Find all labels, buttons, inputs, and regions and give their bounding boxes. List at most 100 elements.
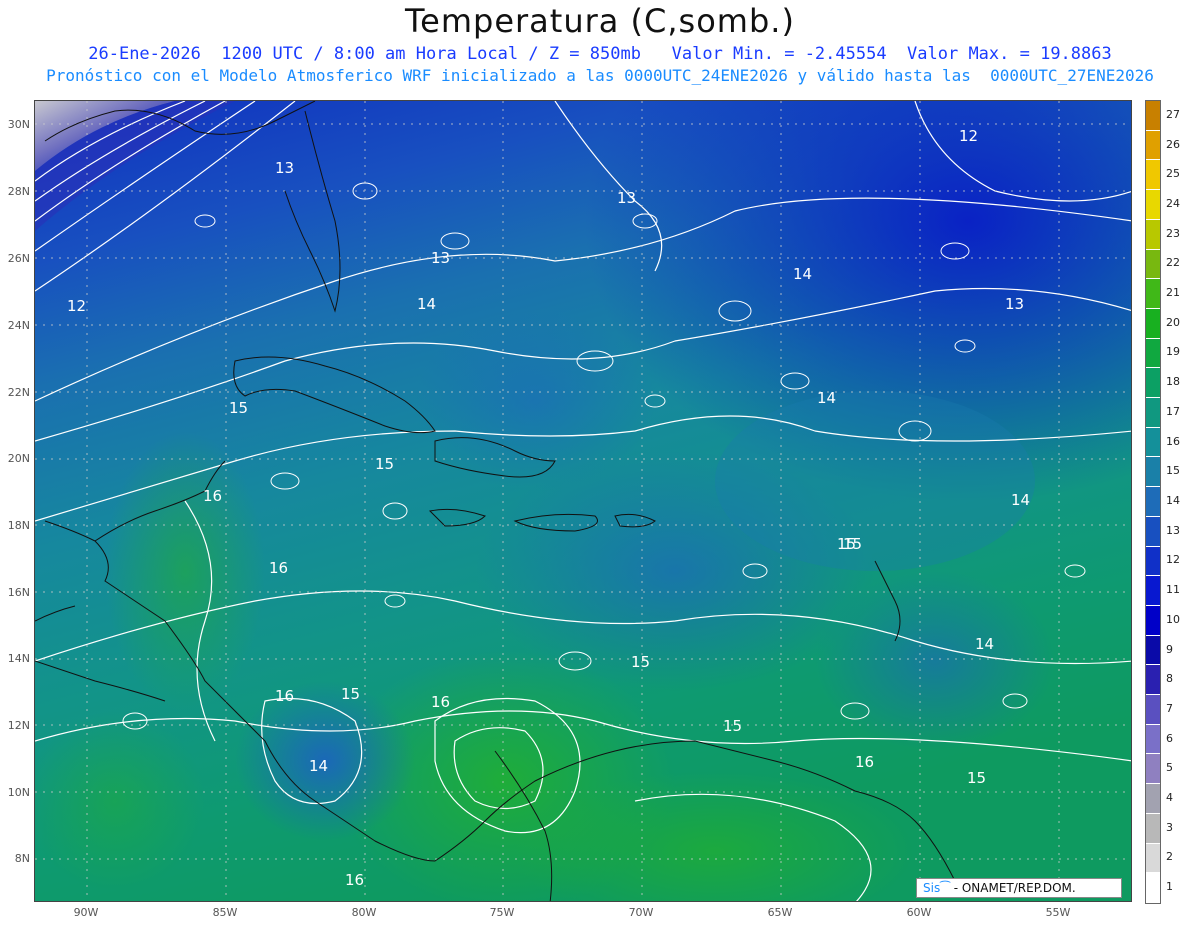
contour-label: 13 [617, 189, 636, 207]
color-scale-swatch [1146, 427, 1160, 458]
lon-label: 80W [351, 906, 377, 919]
lat-label: 10N [7, 786, 30, 799]
color-scale-label: 4 [1166, 791, 1173, 805]
credit-box: Sis⁀ - ONAMET/REP.DOM. [916, 878, 1122, 898]
color-scale-swatch [1146, 219, 1160, 250]
contour-label: 15 [341, 685, 360, 703]
color-scale-swatch [1146, 368, 1160, 399]
contour-label: 16 [345, 871, 364, 889]
color-scale-swatch [1146, 605, 1160, 636]
lat-label: 18N [7, 519, 30, 532]
color-scale-swatch [1146, 635, 1160, 666]
lat-label: 30N [7, 118, 30, 131]
lat-label: 22N [7, 386, 30, 399]
lon-label: 90W [73, 906, 99, 919]
map-title: Temperatura (C,somb.) [405, 2, 795, 40]
contour-label: 13 [1005, 295, 1024, 313]
color-scale-label: 27 [1166, 107, 1180, 121]
color-scale-swatch [1146, 457, 1160, 488]
contour-label: 14 [817, 389, 836, 407]
color-scale-label: 8 [1166, 672, 1173, 686]
color-scale-label: 20 [1166, 315, 1180, 329]
color-scale-label: 16 [1166, 434, 1180, 448]
temperature-map: 13 13 13 14 12 14 12 13 14 15 15 16 16 16 15 14 16 15 15 16… [34, 100, 1132, 902]
color-scale-swatch [1146, 724, 1160, 755]
color-scale-label: 10 [1166, 612, 1180, 626]
color-scale-swatch [1146, 576, 1160, 606]
color-scale-label: 9 [1166, 642, 1173, 656]
contour-label: 15 [967, 769, 986, 787]
run-info: 26-Ene-2026 1200 UTC / 8:00 am Hora Loca… [88, 44, 1112, 64]
contour-label: 16 [275, 687, 294, 705]
lon-label: 65W [767, 906, 793, 919]
color-scale-swatch [1146, 516, 1160, 547]
contour-label: 15 [229, 399, 248, 417]
lon-label: 55W [1045, 906, 1071, 919]
color-scale-label: 1 [1166, 880, 1173, 894]
color-scale-label: 24 [1166, 196, 1180, 210]
contour-label: 15 [375, 455, 394, 473]
color-scale-label: 26 [1166, 137, 1180, 151]
lat-label: 26N [7, 252, 30, 265]
contour-label: 14 [793, 265, 812, 283]
color-scale-label: 15 [1166, 464, 1180, 478]
contour-label: 14 [1011, 491, 1030, 509]
color-scale-label: 19 [1166, 345, 1180, 359]
color-scale-swatch [1146, 160, 1160, 191]
color-scale-label: 13 [1166, 523, 1180, 537]
color-scale-swatch [1146, 249, 1160, 280]
lat-label: 28N [7, 185, 30, 198]
lon-label: 85W [212, 906, 238, 919]
credit-sis: Sis [923, 881, 941, 895]
contour-label: 16 [269, 559, 288, 577]
color-scale-label: 12 [1166, 553, 1180, 567]
color-scale-label: 22 [1166, 256, 1180, 270]
lon-label: 60W [906, 906, 932, 919]
color-scale-label: 11 [1166, 583, 1180, 597]
color-scale-swatch [1146, 873, 1160, 903]
color-scale-swatch [1146, 308, 1160, 339]
lat-label: 16N [7, 586, 30, 599]
contour-label: 15 [843, 535, 862, 553]
lon-label: 75W [489, 906, 515, 919]
contour-label: 16 [431, 693, 450, 711]
color-scale-swatch [1146, 279, 1160, 309]
color-scale-label: 3 [1166, 820, 1173, 834]
contour-label: 15 [723, 717, 742, 735]
contour-label: 13 [431, 249, 450, 267]
color-scale-label: 21 [1166, 286, 1180, 300]
lat-label: 20N [7, 452, 30, 465]
color-scale-swatch [1146, 398, 1160, 428]
contour-label: 14 [417, 295, 436, 313]
color-scale-swatch [1146, 487, 1160, 517]
color-scale-label: 14 [1166, 494, 1180, 507]
lat-label: 14N [7, 652, 30, 665]
model-info: Pronóstico con el Modelo Atmosferico WRF… [46, 66, 1154, 85]
color-scale-swatch [1146, 130, 1160, 161]
color-scale-swatch [1146, 754, 1160, 785]
color-scale-label: 5 [1166, 761, 1173, 775]
lat-label: 24N [7, 319, 30, 332]
color-scale-swatch [1146, 784, 1160, 814]
contour-label: 14 [309, 757, 328, 775]
color-scale-swatch [1146, 190, 1160, 220]
color-scale-label: 2 [1166, 850, 1173, 864]
color-scale-label: 25 [1166, 167, 1180, 181]
credit-text: - ONAMET/REP.DOM. [953, 881, 1076, 895]
contour-label: 12 [959, 127, 978, 145]
color-scale-swatch [1146, 843, 1160, 874]
color-scale-swatch [1146, 665, 1160, 696]
color-scale-swatch [1146, 695, 1160, 725]
color-scale-swatch [1146, 338, 1160, 369]
contour-label: 16 [855, 753, 874, 771]
color-scale-swatch [1146, 813, 1160, 844]
contour-label: 13 [275, 159, 294, 177]
lat-label: 12N [7, 719, 30, 732]
color-scale-label: 23 [1166, 226, 1180, 240]
color-scale-label: 18 [1166, 375, 1180, 389]
contour-label: 15 [631, 653, 650, 671]
color-scale-label: 7 [1166, 701, 1173, 715]
color-scale-label: 17 [1166, 404, 1180, 418]
contour-label: 14 [975, 635, 994, 653]
color-scale-label: 6 [1166, 731, 1173, 745]
